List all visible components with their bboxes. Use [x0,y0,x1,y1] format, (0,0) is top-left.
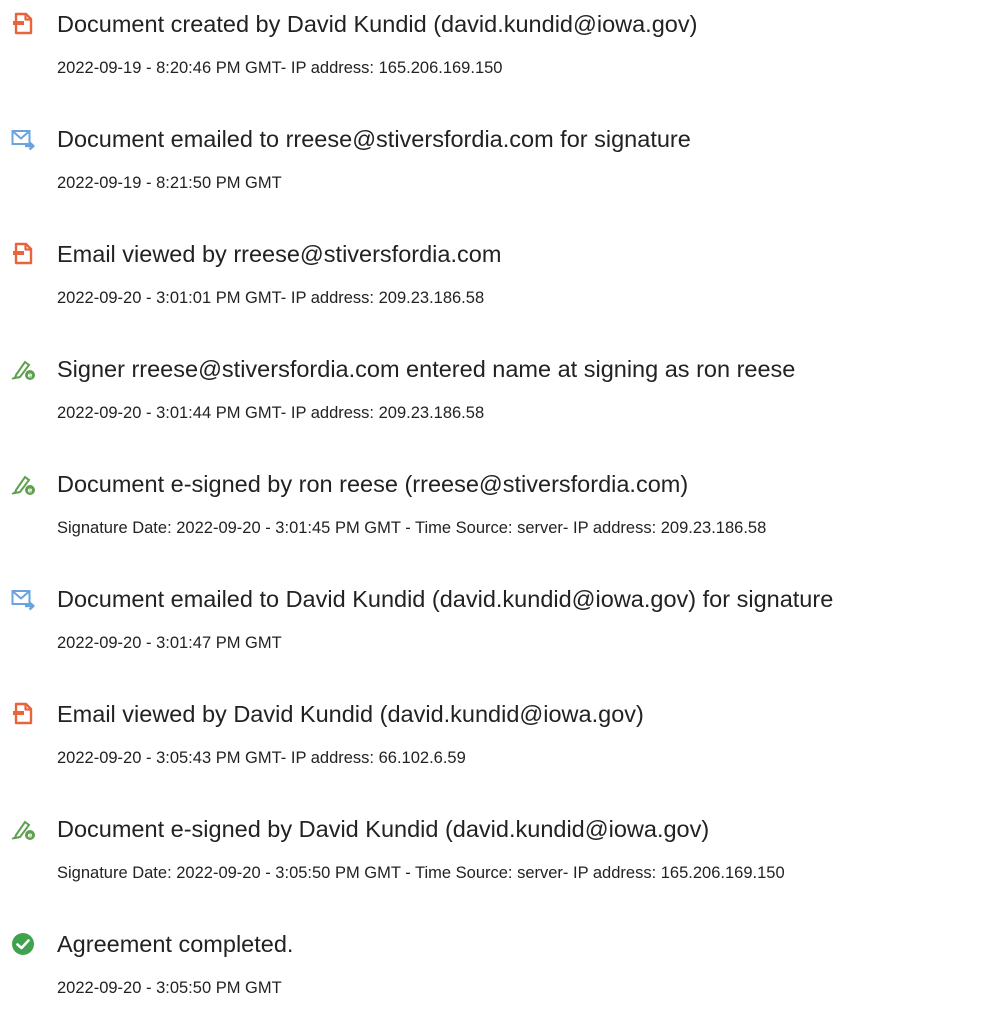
event-detail: 2022-09-19 - 8:20:46 PM GMT- IP address:… [57,59,503,77]
event-title: Agreement completed. [57,931,294,957]
svg-text:e: e [28,832,33,840]
event-detail: 2022-09-20 - 3:01:01 PM GMT- IP address:… [57,289,485,307]
event-title: Email viewed by David Kundid (david.kund… [57,701,644,727]
event-detail: Signature Date: 2022-09-20 - 3:05:50 PM … [57,864,785,882]
svg-text:e: e [28,372,33,380]
event-title: Signer rreese@stiversfordia.com entered … [57,356,796,382]
document-icon [10,11,36,37]
event-title: Email viewed by rreese@stiversfordia.com [57,241,502,267]
svg-text:e: e [28,487,33,495]
event-title: Document e-signed by ron reese (rreese@s… [57,471,689,497]
audit-event: Document emailed to rreese@stiversfordia… [0,115,1000,215]
event-detail: Signature Date: 2022-09-20 - 3:01:45 PM … [57,519,767,537]
document-icon [10,701,36,727]
esign-pen-icon: e [10,471,36,497]
audit-event: Document created by David Kundid (david.… [0,0,1000,100]
esign-pen-icon: e [10,816,36,842]
event-title: Document e-signed by David Kundid (david… [57,816,710,842]
audit-event: e Signer rreese@stiversfordia.com entere… [0,345,1000,445]
event-detail: 2022-09-20 - 3:01:47 PM GMT [57,634,282,652]
document-icon [10,241,36,267]
event-title: Document created by David Kundid (david.… [57,11,698,37]
audit-event: Agreement completed. 2022-09-20 - 3:05:5… [0,920,1000,1020]
audit-event-list: Document created by David Kundid (david.… [0,0,1000,997]
email-send-icon [10,586,36,612]
audit-event: e Document e-signed by ron reese (rreese… [0,460,1000,560]
event-title: Document emailed to David Kundid (david.… [57,586,834,612]
esign-pen-icon: e [10,356,36,382]
event-detail: 2022-09-19 - 8:21:50 PM GMT [57,174,282,192]
event-detail: 2022-09-20 - 3:05:43 PM GMT- IP address:… [57,749,466,767]
event-detail: 2022-09-20 - 3:01:44 PM GMT- IP address:… [57,404,485,422]
audit-event: Email viewed by rreese@stiversfordia.com… [0,230,1000,330]
audit-event: Email viewed by David Kundid (david.kund… [0,690,1000,790]
audit-event: e Document e-signed by David Kundid (dav… [0,805,1000,905]
check-circle-icon [10,931,36,957]
event-title: Document emailed to rreese@stiversfordia… [57,126,691,152]
event-detail: 2022-09-20 - 3:05:50 PM GMT [57,979,282,997]
email-send-icon [10,126,36,152]
audit-event: Document emailed to David Kundid (david.… [0,575,1000,675]
